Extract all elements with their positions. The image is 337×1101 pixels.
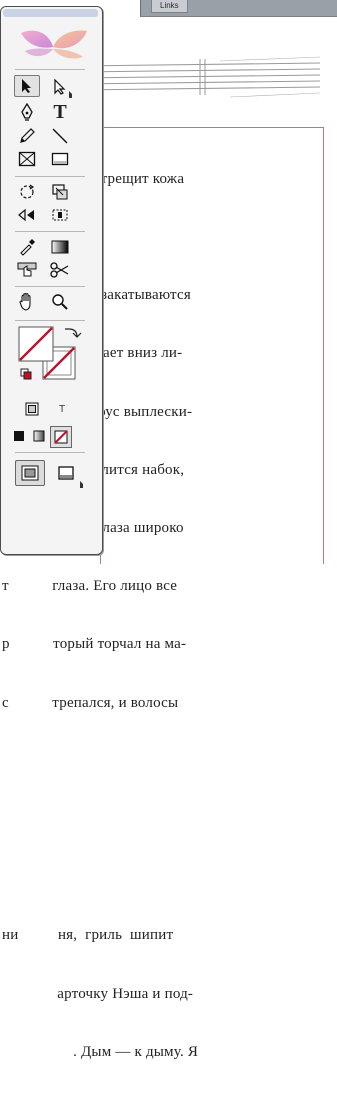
rotate-tool-button[interactable] [14,181,40,203]
text-line [2,868,333,887]
text-format-icon: T [58,403,66,415]
scissors-tool-button[interactable] [47,259,73,281]
rotate-icon [20,184,35,199]
text-line [2,810,333,829]
scissors-icon [50,262,69,278]
container-icon [25,402,39,416]
button-tool-button[interactable] [14,259,40,281]
free-transform-tool-button[interactable] [14,204,40,226]
separator [15,286,85,287]
none-icon [54,430,68,444]
magnifier-icon [52,294,68,310]
color-square-icon [14,431,24,441]
text-line: с трепался, и волосы [2,694,179,711]
formatting-text-button[interactable]: T [51,399,73,419]
links-tab[interactable]: Links [151,0,188,13]
frame-x-icon [18,151,36,167]
hand-icon [19,293,31,311]
flyout-indicator-icon [80,481,87,488]
gradient-swatch-tool-button[interactable] [47,236,73,258]
separator [15,231,85,232]
text-line: . Дым — к дыму. Я [2,1043,199,1060]
fill-swatch [18,326,54,362]
panel-title-bar[interactable] [3,9,98,17]
preview-mode-button[interactable] [51,460,81,486]
type-tool-button[interactable]: T [47,101,73,123]
apply-color-button[interactable] [10,427,28,445]
flyout-indicator-icon [69,91,76,98]
free-transform-icon [18,208,34,222]
apply-gradient-button[interactable] [30,427,48,445]
scale-tool-button[interactable] [47,181,73,203]
panel-divider [140,16,337,17]
text-line: р торый торчал на ма- [2,636,187,653]
text-line: ни ня, гриль шипит [2,927,174,944]
gradient-feather-tool-button[interactable] [47,204,73,226]
white-arrow-pointer-icon [54,79,66,95]
arrow-pointer-icon [22,79,31,93]
normal-view-icon [21,465,39,481]
rectangle-icon [51,152,69,166]
text-line: арточку Нэша и под- [2,985,194,1002]
scale-icon [52,184,68,200]
separator [15,176,85,177]
gradient-icon [51,240,69,254]
line-icon [52,128,68,144]
butterfly-logo-icon [21,30,87,59]
pencil-tool-button[interactable] [14,125,40,147]
eyedropper-tool-button[interactable] [14,236,40,258]
pencil-icon [20,128,35,143]
preview-icon [58,466,74,480]
pen-tool-button[interactable] [14,101,40,123]
hand-button-icon [17,262,37,277]
pen-nib-icon [21,103,33,121]
rectangle-frame-tool-button[interactable] [14,148,40,170]
rectangle-tool-button[interactable] [47,148,73,170]
eyedropper-icon [20,239,35,256]
fill-stroke-swatches[interactable] [15,325,89,397]
normal-view-button[interactable] [15,460,45,486]
gradient-square-icon [33,430,45,442]
apply-none-button[interactable] [50,426,72,448]
separator [15,320,85,321]
text-line [2,752,333,771]
formatting-container-button[interactable] [21,399,43,419]
type-icon: T [53,101,67,123]
tools-panel[interactable]: T T [0,6,103,555]
separator [15,69,85,70]
swap-arrow-icon [65,328,82,338]
zoom-tool-button[interactable] [47,291,73,313]
gradient-feather-icon [52,209,68,221]
hand-tool-button[interactable] [14,291,40,313]
separator [15,452,85,453]
text-line: т глаза. Его лицо все [2,578,178,595]
line-tool-button[interactable] [47,125,73,147]
links-panel: Links [140,0,337,16]
selection-tool-button[interactable] [14,75,40,97]
